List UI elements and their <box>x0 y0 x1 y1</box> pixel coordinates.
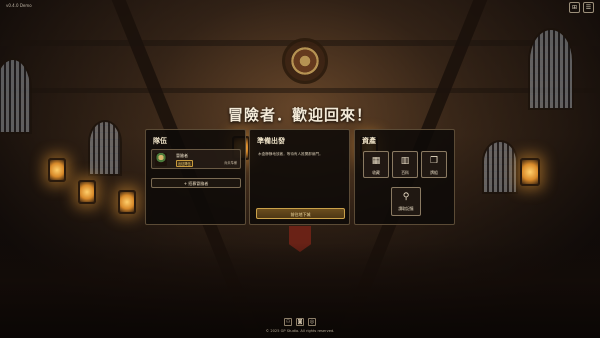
start-dungeon-button[interactable]: 前往地下城 <box>256 208 345 219</box>
member-name: 冒險者 <box>176 153 188 158</box>
load-memory-label: 讀取記憶 <box>398 206 414 211</box>
codex-button[interactable]: ▥ 百科 <box>392 151 418 178</box>
social-link-icon[interactable]: ⚇ <box>284 318 292 326</box>
codex-label: 百科 <box>401 170 409 175</box>
instagram-icon[interactable]: ◎ <box>308 318 316 326</box>
gamepad-icon[interactable]: ⊞ <box>569 2 580 13</box>
collection-icon: ▦ <box>371 156 381 166</box>
avatar <box>155 153 167 166</box>
menu-icon[interactable]: ☰ <box>583 2 594 13</box>
party-title: 隊伍 <box>153 137 167 145</box>
load-memory-button[interactable]: ⚲ 讀取記憶 <box>391 187 421 216</box>
discord-icon[interactable]: ◙ <box>296 318 304 326</box>
top-right-toolbar: ⊞ ☰ <box>569 2 594 13</box>
status-badge: 出征隊伍 <box>176 160 193 167</box>
social-links: ⚇ ◙ ◎ <box>0 318 600 326</box>
load-memory-icon: ⚲ <box>402 192 410 202</box>
deck-label: 牌組 <box>430 170 438 175</box>
codex-book-icon: ▥ <box>400 156 410 166</box>
assets-panel: 資產 ▦ 收藏 ▥ 百科 ❐ 牌組 ⚲ 讀取記憶 <box>354 129 455 225</box>
depart-panel: 準備出發 木盒靜靜地放著，等待有人推開那扇門。 前往地下城 <box>249 129 350 225</box>
member-status: 尚未準備 <box>224 161 237 165</box>
assets-title: 資產 <box>362 137 376 145</box>
party-panel: 隊伍 冒險者 出征隊伍 尚未準備 + 招募冒險者 <box>145 129 246 225</box>
deck-button[interactable]: ❐ 牌組 <box>421 151 447 178</box>
collection-button[interactable]: ▦ 收藏 <box>363 151 389 178</box>
depart-title: 準備出發 <box>257 137 285 145</box>
card-deck-icon: ❐ <box>429 156 439 166</box>
recruit-button[interactable]: + 招募冒險者 <box>151 178 241 188</box>
app-version-label: v0.4.0 Demo <box>6 3 32 8</box>
copyright-text: © 2025 GP Studio. All rights reserved. <box>265 329 335 333</box>
footer: ⚇ ◙ ◎ © 2025 GP Studio. All rights reser… <box>0 318 600 333</box>
party-member-card[interactable]: 冒險者 出征隊伍 尚未準備 <box>151 149 241 169</box>
welcome-heading: 冒險者．歡迎回來！ <box>227 106 372 124</box>
depart-description: 木盒靜靜地放著，等待有人推開那扇門。 <box>258 152 323 156</box>
collection-label: 收藏 <box>372 170 380 175</box>
